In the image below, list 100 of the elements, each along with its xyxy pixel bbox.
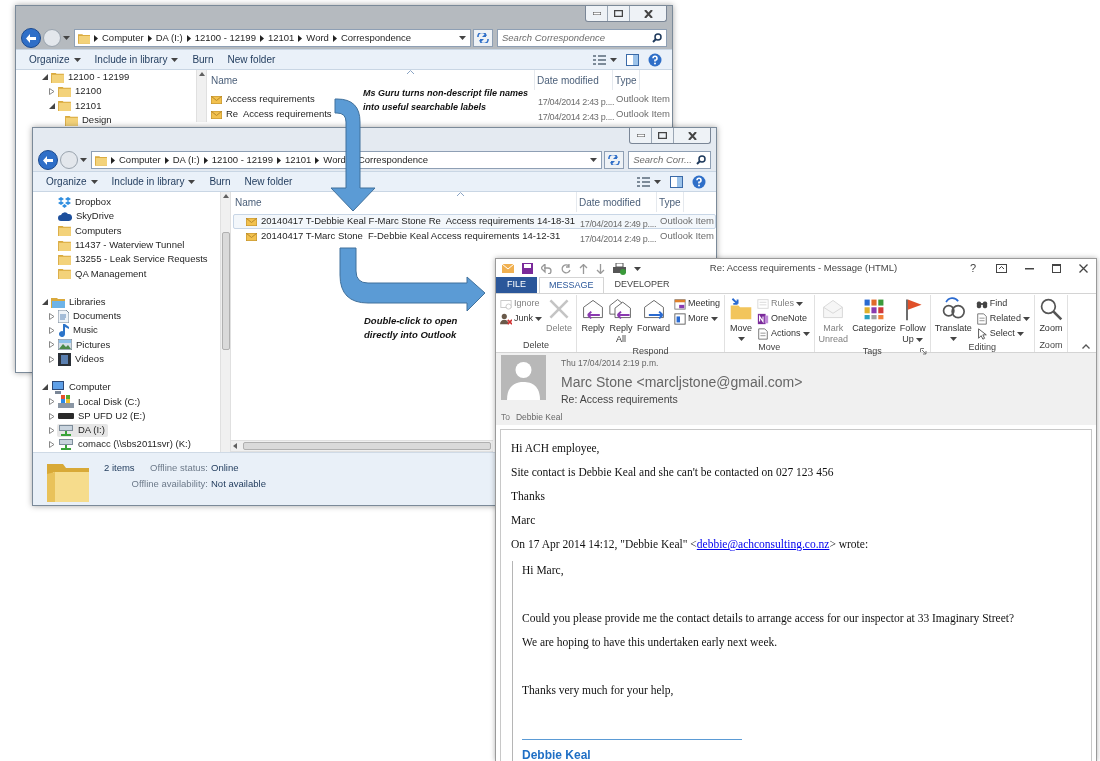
back-button[interactable] — [38, 150, 58, 170]
table-cell[interactable]: Access requirements — [226, 92, 315, 107]
column-header[interactable]: Date modified — [577, 192, 657, 212]
breadcrumb-item[interactable]: Computer — [102, 30, 144, 46]
maximize-icon[interactable] — [1052, 264, 1061, 273]
refresh-button[interactable] — [473, 29, 493, 47]
nav-item[interactable]: 12100 - 12199 — [50, 70, 133, 84]
column-header[interactable]: Name — [209, 70, 535, 90]
breadcrumb-item[interactable]: Word — [323, 152, 346, 168]
ribbon-button[interactable]: More — [673, 311, 722, 326]
nav-item[interactable]: Computers — [57, 224, 125, 238]
expander-icon[interactable] — [49, 102, 55, 109]
nav-item[interactable]: 11437 - Waterview Tunnel — [57, 238, 188, 252]
ribbon-button[interactable]: Reply All — [608, 295, 635, 345]
ribbon-button[interactable]: Zoom — [1037, 295, 1064, 334]
expander-icon[interactable] — [42, 74, 48, 81]
column-header[interactable]: Type — [613, 70, 640, 90]
save-icon[interactable] — [522, 263, 533, 274]
ribbon-button[interactable]: Follow Up — [898, 295, 927, 345]
column-header[interactable]: Type — [657, 192, 684, 212]
address-bar[interactable]: Computer DA (I:) 12100 - 12199 12101 Word Correspondence — [74, 29, 471, 47]
breadcrumb-item[interactable]: Word — [306, 30, 329, 46]
nav-item[interactable]: QA Management — [57, 267, 150, 281]
toolbar-button[interactable]: Burn — [202, 172, 238, 191]
ribbon-button[interactable]: Meeting — [673, 296, 722, 311]
email-link[interactable]: debbie@achconsulting.co.nz — [696, 538, 830, 550]
toolbar-button[interactable]: New folder — [237, 172, 300, 191]
nav-item[interactable]: Pictures — [57, 338, 114, 352]
minimize-icon[interactable] — [1025, 267, 1034, 270]
ribbon-button[interactable]: Related — [974, 311, 1031, 326]
ribbon-button[interactable]: Move — [728, 295, 755, 341]
scrollbar[interactable] — [196, 70, 207, 122]
help-button[interactable]: ? — [966, 260, 980, 277]
ribbon-tab[interactable]: DEVELOPER — [605, 277, 679, 293]
breadcrumb-item[interactable]: DA (I:) — [155, 30, 183, 46]
calendar-icon — [674, 297, 687, 310]
scrollbar[interactable] — [220, 192, 231, 452]
ribbon-button[interactable]: Categorize — [851, 295, 897, 334]
ribbon-button[interactable]: Actions — [756, 326, 811, 341]
up-arrow-icon[interactable] — [579, 263, 588, 274]
toolbar-button[interactable]: Include in library — [104, 172, 203, 191]
dialog-launcher-icon[interactable] — [919, 348, 927, 355]
search-field[interactable]: Search Correspondence — [497, 29, 667, 47]
ribbon-button[interactable]: Reply — [580, 295, 607, 334]
back-button[interactable] — [21, 28, 41, 48]
ribbon-button[interactable]: Find — [974, 296, 1031, 311]
address-bar[interactable]: Computer DA (I:) 12100 - 12199 12101 Word Correspondence — [91, 151, 603, 169]
breadcrumb-item[interactable]: Correspondence — [357, 152, 429, 168]
ribbon-button[interactable]: Translate — [933, 295, 973, 341]
nav-item[interactable]: Documents — [57, 309, 125, 323]
search-field[interactable]: Search Corr... — [628, 151, 711, 169]
nav-item[interactable]: Local Disk (C:) — [57, 395, 144, 409]
nav-item[interactable]: 12101 — [57, 99, 105, 113]
breadcrumb-item[interactable]: 12101 — [267, 30, 295, 46]
breadcrumb-item[interactable]: 12101 — [284, 152, 312, 168]
scrollbar[interactable] — [231, 440, 493, 452]
ribbon-button[interactable]: Forward — [636, 295, 672, 334]
printer-icon[interactable] — [613, 262, 626, 275]
nav-item[interactable]: 13255 - Leak Service Requests — [57, 252, 211, 266]
ribbon-button[interactable]: Select — [974, 326, 1031, 341]
collapse-ribbon-icon[interactable] — [1082, 344, 1090, 349]
toolbar-button[interactable]: Include in library — [87, 50, 186, 69]
nav-item[interactable]: DA (I:) — [57, 423, 108, 437]
nav-item[interactable]: Videos — [57, 352, 107, 366]
nav-item[interactable]: Computer — [50, 380, 114, 394]
breadcrumb-item[interactable]: DA (I:) — [172, 152, 200, 168]
ribbon-tab[interactable]: MESSAGE — [539, 277, 604, 293]
nav-item[interactable]: SkyDrive — [57, 209, 117, 223]
nav-item[interactable]: Dropbox — [57, 195, 114, 209]
toolbar-button[interactable]: Organize — [39, 172, 105, 191]
ribbon-button[interactable]: Junk — [499, 311, 543, 326]
ribbon-tab[interactable]: FILE — [496, 277, 537, 293]
toolbar-button[interactable]: New folder — [220, 50, 283, 69]
down-arrow-icon[interactable] — [596, 263, 605, 274]
breadcrumb-item[interactable]: Correspondence — [340, 30, 412, 46]
file-row[interactable]: 20140417 T-Debbie Keal F-Marc Stone Re Access requirements 14-18-31 17/04/2014 2:49 p.... Outlook Item — [233, 214, 716, 229]
close-icon[interactable] — [1079, 264, 1088, 273]
expander-icon[interactable] — [42, 384, 48, 391]
breadcrumb-item[interactable]: 12100 - 12199 — [211, 152, 273, 168]
table-cell[interactable]: Re Access requirements — [226, 107, 332, 122]
column-header[interactable]: Date modified — [535, 70, 613, 90]
table-cell[interactable]: 20140417 T-Marc Stone F-Debbie Keal Access requirements 14-12-31 — [261, 229, 561, 244]
undo-icon[interactable] — [541, 263, 552, 274]
nav-item[interactable]: comacc (\\sbs2011svr) (K:) — [57, 438, 194, 452]
ribbon-display-icon[interactable] — [996, 264, 1007, 273]
table-cell[interactable]: 20140417 T-Debbie Keal F-Marc Stone Re Access requirements 14-18-31 — [261, 214, 576, 229]
expander-icon[interactable] — [42, 298, 48, 305]
nav-item[interactable]: SP UFD U2 (E:) — [57, 409, 149, 423]
redo-icon[interactable] — [560, 263, 571, 274]
annotation-text: Double-click to open directly into Outlook — [364, 314, 458, 342]
ribbon-button[interactable]: OneNote — [756, 311, 811, 326]
nav-item[interactable]: Music — [57, 324, 101, 337]
refresh-button[interactable] — [604, 151, 625, 169]
breadcrumb-item[interactable]: Computer — [119, 152, 161, 168]
nav-item[interactable]: Design — [64, 113, 115, 127]
toolbar-button[interactable]: Burn — [185, 50, 221, 69]
breadcrumb-item[interactable]: 12100 - 12199 — [194, 30, 256, 46]
nav-item[interactable]: Libraries — [50, 295, 109, 309]
toolbar-button[interactable]: Organize — [22, 50, 88, 69]
nav-item[interactable]: 12100 — [57, 84, 105, 98]
